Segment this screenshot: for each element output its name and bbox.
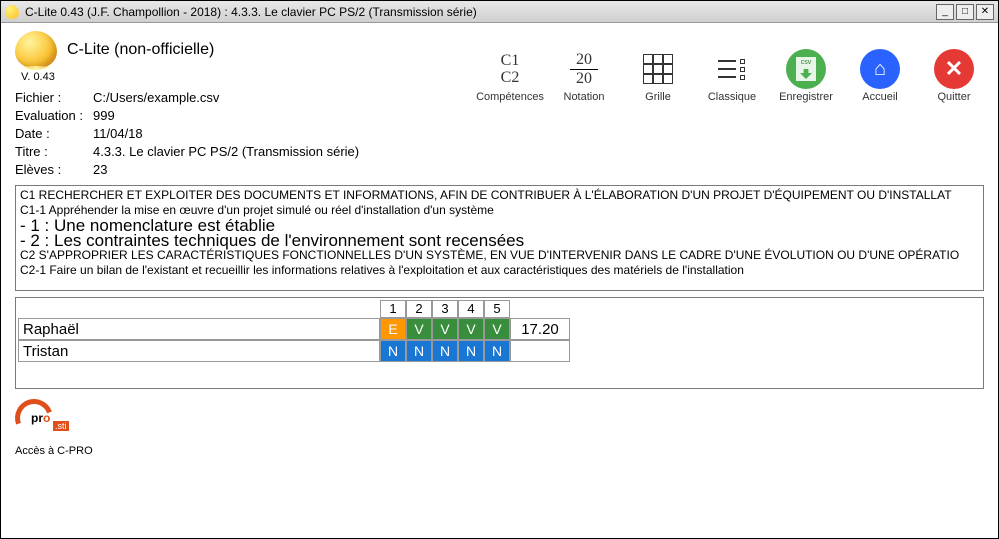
competence-panel[interactable]: C1 RECHERCHER ET EXPLOITER DES DOCUMENTS…	[15, 185, 984, 291]
home-icon: ⌂	[860, 49, 900, 89]
date-label: Date :	[15, 125, 93, 143]
competences-label: Compétences	[476, 91, 544, 103]
titlebar: C-Lite 0.43 (J.F. Champollion - 2018) : …	[1, 1, 998, 23]
meta-table: Fichier :C:/Users/example.csv Evaluation…	[15, 89, 480, 179]
cpro-link[interactable]: pro .sti Accès à C-PRO	[15, 399, 93, 457]
student-row[interactable]: Raphaël E V V V V 17.20	[18, 318, 981, 340]
col-header: 3	[432, 300, 458, 318]
notation-label: Notation	[564, 91, 605, 103]
accueil-label: Accueil	[862, 91, 897, 103]
score-cell: 17.20	[510, 318, 570, 340]
student-name: Raphaël	[18, 318, 380, 340]
classique-button[interactable]: Classique	[702, 49, 762, 103]
student-name: Tristan	[18, 340, 380, 362]
grade-cell[interactable]: N	[432, 340, 458, 362]
comp-c2-1: C2-1 Faire un bilan de l'existant et rec…	[20, 263, 979, 278]
grade-cell[interactable]: N	[458, 340, 484, 362]
minimize-button[interactable]: _	[936, 4, 954, 20]
cpro-link-text: Accès à C-PRO	[15, 445, 93, 457]
app-version: V. 0.43	[21, 71, 480, 83]
grade-cell[interactable]: E	[380, 318, 406, 340]
fraction-icon: 2020	[570, 51, 598, 88]
accueil-button[interactable]: ⌂ Accueil	[850, 49, 910, 103]
col-header: 1	[380, 300, 406, 318]
classique-label: Classique	[708, 91, 756, 103]
quitter-label: Quitter	[937, 91, 970, 103]
close-button[interactable]: ✕	[976, 4, 994, 20]
comp-c2: C2 S'APPROPRIER LES CARACTÉRISTIQUES FON…	[20, 248, 979, 263]
grade-cell[interactable]: N	[484, 340, 510, 362]
col-header: 2	[406, 300, 432, 318]
app-name: C-Lite (non-officielle)	[67, 41, 214, 59]
grade-cell[interactable]: N	[406, 340, 432, 362]
quitter-button[interactable]: ✕ Quitter	[924, 49, 984, 103]
grading-grid[interactable]: 1 2 3 4 5 Raphaël E V V V V 17.20 Trista…	[15, 297, 984, 389]
enregistrer-label: Enregistrer	[779, 91, 833, 103]
grid-icon	[643, 54, 673, 84]
enregistrer-button[interactable]: csv Enregistrer	[776, 49, 836, 103]
c1c2-icon: C1C2	[501, 52, 520, 86]
grade-cell[interactable]: V	[406, 318, 432, 340]
score-cell	[510, 340, 570, 362]
comp-item2: - 2 : Les contraintes techniques de l'en…	[20, 233, 979, 248]
col-header: 4	[458, 300, 484, 318]
titre-label: Titre :	[15, 143, 93, 161]
quit-icon: ✕	[934, 49, 974, 89]
fichier-label: Fichier :	[15, 89, 93, 107]
evaluation-label: Evaluation :	[15, 107, 93, 125]
list-icon	[718, 56, 746, 83]
student-row[interactable]: Tristan N N N N N	[18, 340, 981, 362]
column-header-row: 1 2 3 4 5	[380, 300, 981, 318]
grade-cell[interactable]: V	[458, 318, 484, 340]
col-header: 5	[484, 300, 510, 318]
eleves-value: 23	[93, 161, 107, 179]
app-icon-small	[5, 5, 19, 19]
grille-label: Grille	[645, 91, 671, 103]
app-logo	[15, 31, 57, 69]
comp-c1: C1 RECHERCHER ET EXPLOITER DES DOCUMENTS…	[20, 188, 979, 203]
cpro-logo: pro .sti	[15, 399, 57, 441]
window-title: C-Lite 0.43 (J.F. Champollion - 2018) : …	[25, 5, 936, 19]
maximize-button[interactable]: □	[956, 4, 974, 20]
titre-value: 4.3.3. Le clavier PC PS/2 (Transmission …	[93, 143, 359, 161]
grille-button[interactable]: Grille	[628, 49, 688, 103]
evaluation-value: 999	[93, 107, 115, 125]
grade-cell[interactable]: V	[432, 318, 458, 340]
fichier-value: C:/Users/example.csv	[93, 89, 219, 107]
save-icon: csv	[786, 49, 826, 89]
eleves-label: Elèves :	[15, 161, 93, 179]
notation-button[interactable]: 2020 Notation	[554, 49, 614, 103]
grade-cell[interactable]: V	[484, 318, 510, 340]
competences-button[interactable]: C1C2 Compétences	[480, 49, 540, 103]
date-value: 11/04/18	[93, 125, 143, 143]
grade-cell[interactable]: N	[380, 340, 406, 362]
